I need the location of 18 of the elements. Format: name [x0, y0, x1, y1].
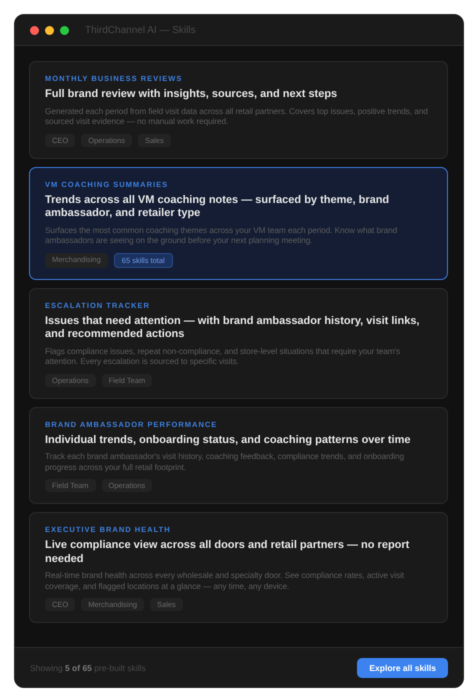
card-description: Flags compliance issues, repeat non-compliance, and store-level situations that require your team's attention. Every escalation is sourced to specific visits.	[45, 346, 402, 366]
card-title: Trends across all VM coaching notes — surfaced by theme, brand ambassador, and retailer type	[45, 194, 390, 220]
maximize-icon[interactable]	[60, 26, 69, 34]
skill-card[interactable]	[29, 166, 448, 280]
skill-card[interactable]	[29, 288, 448, 398]
card-title: Full brand review with insights, sources, and next steps	[45, 88, 338, 102]
card-title: Live compliance view across all doors and retail partners — no report needed	[45, 539, 410, 566]
minimize-icon[interactable]	[45, 26, 54, 34]
card-description: Generated each period from field visit data across all retail partners. Covers top issues, positive trends, and sourced visit evidence — no manual work required.	[45, 106, 429, 126]
skill-card[interactable]	[29, 406, 448, 504]
card-title: Issues that need attention — with brand ambassador history, visit links, and recommended actions	[45, 314, 420, 342]
close-icon[interactable]	[30, 26, 39, 34]
card-description: Surfaces the most common coaching themes across your VM team each period. Know what brand ambassadors are seeing on the ground before your next planning meeting.	[45, 224, 398, 246]
card-title: Individual trends, onboarding status, and coaching patterns over time	[45, 434, 412, 447]
card-description: Track each brand ambassador's visit history, coaching feedback, compliance trends, and onboarding progress across your full retail footprint.	[45, 451, 405, 472]
explore-button[interactable]: Explore all skills	[357, 658, 448, 678]
card-description: Real-time brand health across every wholesale and specialty door. See compliance rates, active visit coverage, and flagged locations at a glance — any time, any device.	[45, 570, 405, 591]
skill-card[interactable]	[29, 512, 448, 623]
